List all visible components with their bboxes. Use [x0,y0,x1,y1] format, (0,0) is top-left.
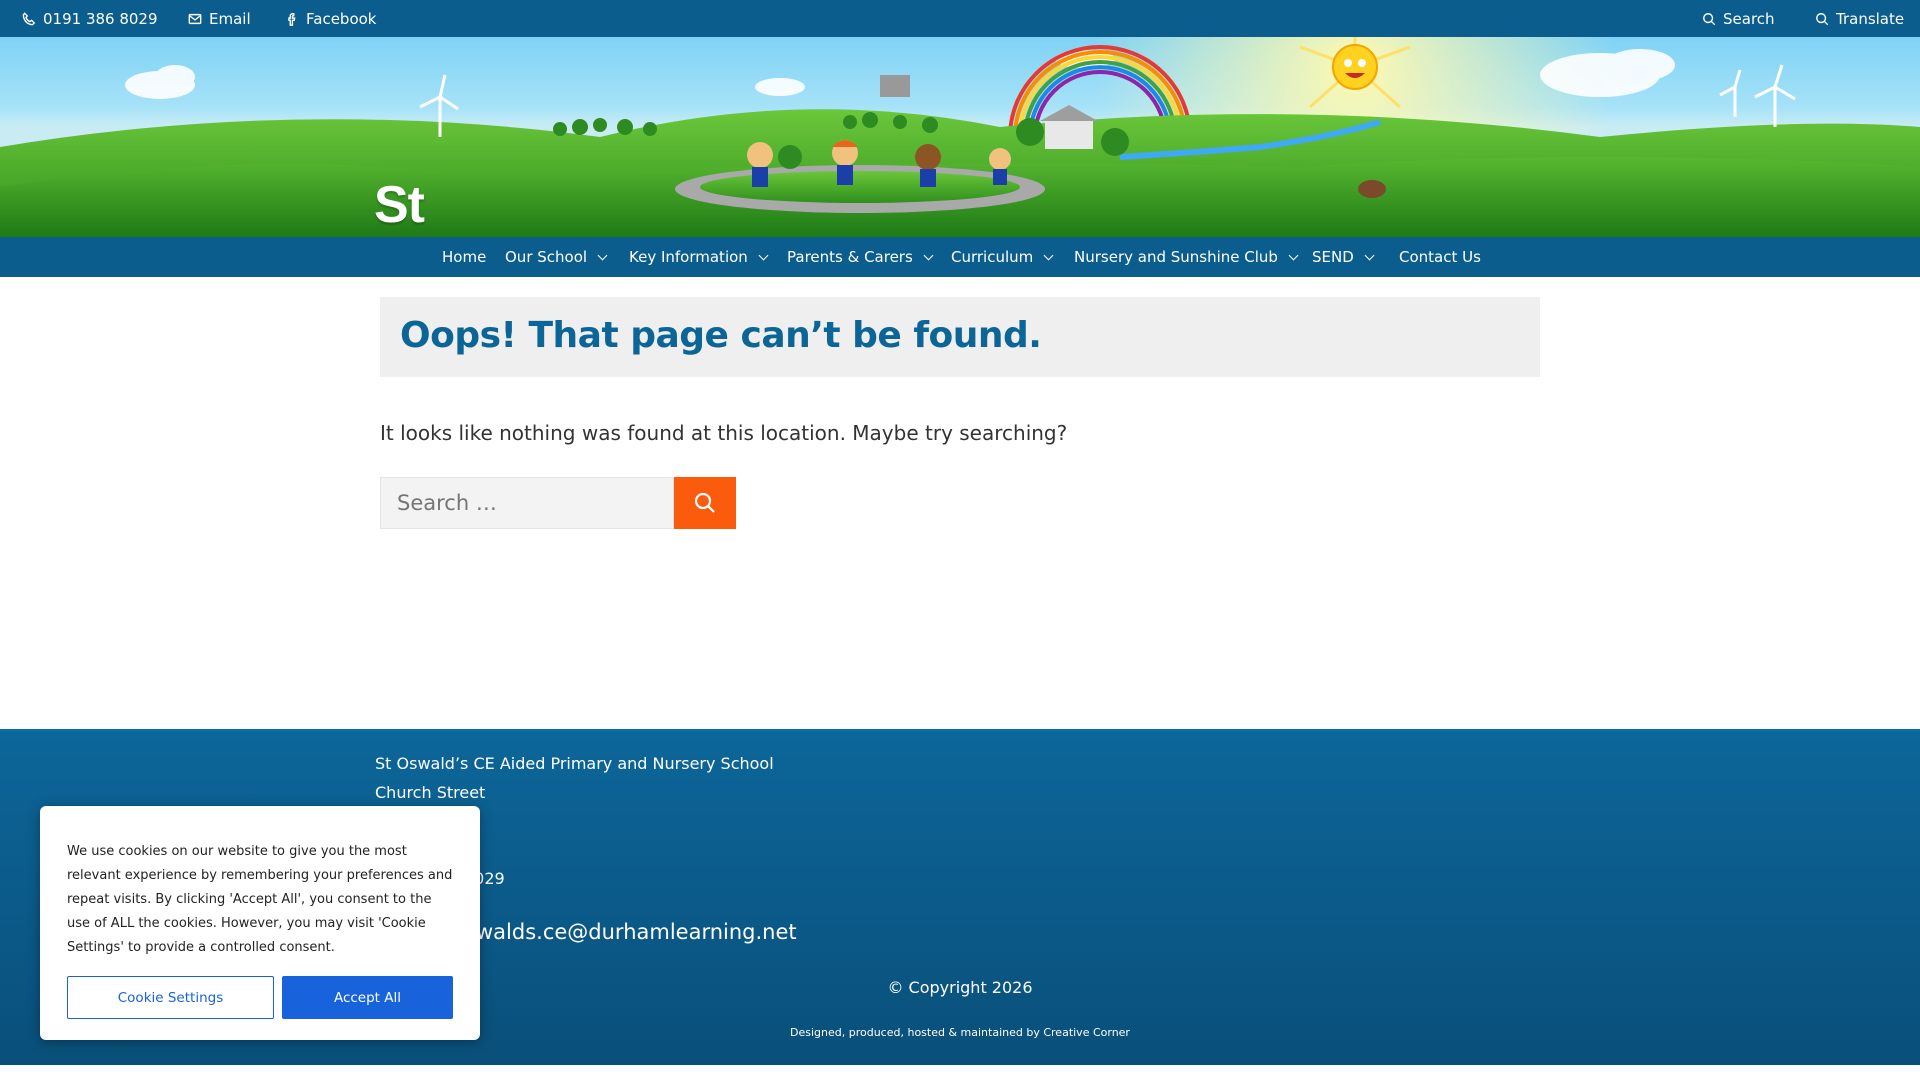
search-input[interactable] [380,477,674,529]
chevron-down-icon [1043,250,1054,260]
nav-home[interactable]: Home [442,237,486,277]
nav-parents-carers[interactable]: Parents & Carers [787,237,934,277]
nav-contact-us[interactable]: Contact Us [1399,237,1481,277]
footer-address-line2: Church Street [375,783,486,802]
search-link[interactable]: Search [1702,0,1775,37]
nav-curriculum-label: Curriculum [951,248,1034,266]
chevron-down-icon [758,250,769,260]
page-title: Oops! That page can’t be found. [400,315,1042,356]
cookie-text: We use cookies on our website to give yo… [67,844,453,955]
nav-send-label: SEND [1312,248,1354,266]
nav-our-school[interactable]: Our School [505,237,608,277]
nav-parents-carers-label: Parents & Carers [787,248,913,266]
phone-icon [22,11,36,25]
footer-address-line1: St Oswald’s CE Aided Primary and Nursery… [375,754,774,773]
facebook-label: Facebook [306,9,377,28]
search-submit-button[interactable] [674,477,736,529]
page-title-box: Oops! That page can’t be found. [380,297,1540,377]
nav-our-school-label: Our School [505,248,588,266]
envelope-icon [188,13,202,24]
landscape-illustration [0,37,1920,237]
not-found-message: It looks like nothing was found at this … [380,421,1068,445]
nav-home-label: Home [442,248,487,266]
nav-key-information[interactable]: Key Information [629,237,769,277]
translate-icon [1816,12,1829,25]
logo-text: St Oswald's [374,176,593,237]
translate-link[interactable]: Translate [1815,0,1904,37]
nav-nursery-label: Nursery and Sunshine Club [1074,248,1278,266]
phone-number: 0191 386 8029 [43,9,158,28]
header-banner: St Oswald's [0,37,1920,237]
cookie-consent-banner: We use cookies on our website to give yo… [40,806,480,1040]
facebook-icon [288,12,296,26]
nav-contact-us-label: Contact Us [1399,248,1481,266]
search-icon [694,492,715,513]
phone-link[interactable]: 0191 386 8029 [22,0,158,37]
chevron-down-icon [923,250,934,260]
chevron-down-icon [1288,250,1299,260]
school-logo[interactable]: St Oswald's [374,167,629,237]
search-icon [1703,12,1716,25]
nav-send[interactable]: SEND [1312,237,1375,277]
facebook-link[interactable]: Facebook [285,0,376,37]
accept-all-button[interactable]: Accept All [282,976,453,1019]
chevron-down-icon [597,250,608,260]
translate-label: Translate [1836,9,1905,28]
email-link[interactable]: Email [188,0,251,37]
nav-curriculum[interactable]: Curriculum [951,237,1054,277]
main-nav: Home Our School Key Information Parents … [0,237,1920,277]
chevron-down-icon [1364,250,1375,260]
top-bar: 0191 386 8029 Email Facebook Search Tran… [0,0,1920,37]
search-label: Search [1723,9,1775,28]
cookie-settings-button[interactable]: Cookie Settings [67,976,274,1019]
nav-key-information-label: Key Information [629,248,748,266]
nav-nursery[interactable]: Nursery and Sunshine Club [1074,237,1299,277]
email-label: Email [209,9,251,28]
footer-email[interactable]: walds.ce@durhamlearning.net [476,920,797,944]
